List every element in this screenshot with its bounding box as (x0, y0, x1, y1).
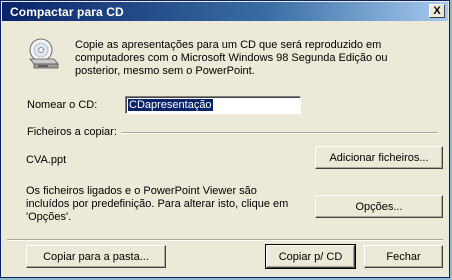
close-dialog-label: Fechar (386, 250, 421, 263)
files-group-label: Ficheiros a copiar: (27, 126, 117, 138)
cd-name-input[interactable]: CDapresentação (125, 96, 301, 114)
add-files-button[interactable]: Adicionar ficheiros... (315, 146, 443, 169)
copy-to-cd-button[interactable]: Copiar p/ CD (265, 244, 356, 269)
viewer-info-text: Os ficheiros ligados e o PowerPoint View… (26, 185, 289, 223)
close-button[interactable]: X (429, 4, 445, 18)
window-title: Compactar para CD (10, 5, 124, 19)
cd-name-label: Nomear o CD: (27, 99, 98, 111)
footer-divider (7, 239, 443, 241)
cd-drive-icon (29, 38, 59, 69)
copy-to-folder-button[interactable]: Copiar para a pasta... (26, 245, 166, 268)
title-bar[interactable]: Compactar para CD X (2, 2, 448, 21)
cd-name-value: CDapresentação (128, 99, 213, 111)
files-group-divider (121, 132, 438, 134)
file-name: CVA.ppt (26, 154, 67, 166)
options-button[interactable]: Opções... (315, 195, 443, 218)
copy-to-cd-label: Copiar p/ CD (278, 250, 343, 263)
intro-text: Copie as apresentações para um CD que se… (75, 39, 388, 77)
package-for-cd-dialog: Compactar para CD X Copie as apresentaçõ… (0, 0, 450, 278)
close-dialog-button[interactable]: Fechar (364, 245, 443, 268)
options-label: Opções... (355, 200, 403, 213)
add-files-label: Adicionar ficheiros... (329, 151, 429, 164)
copy-to-folder-label: Copiar para a pasta... (43, 250, 149, 263)
close-icon: X (433, 4, 441, 17)
